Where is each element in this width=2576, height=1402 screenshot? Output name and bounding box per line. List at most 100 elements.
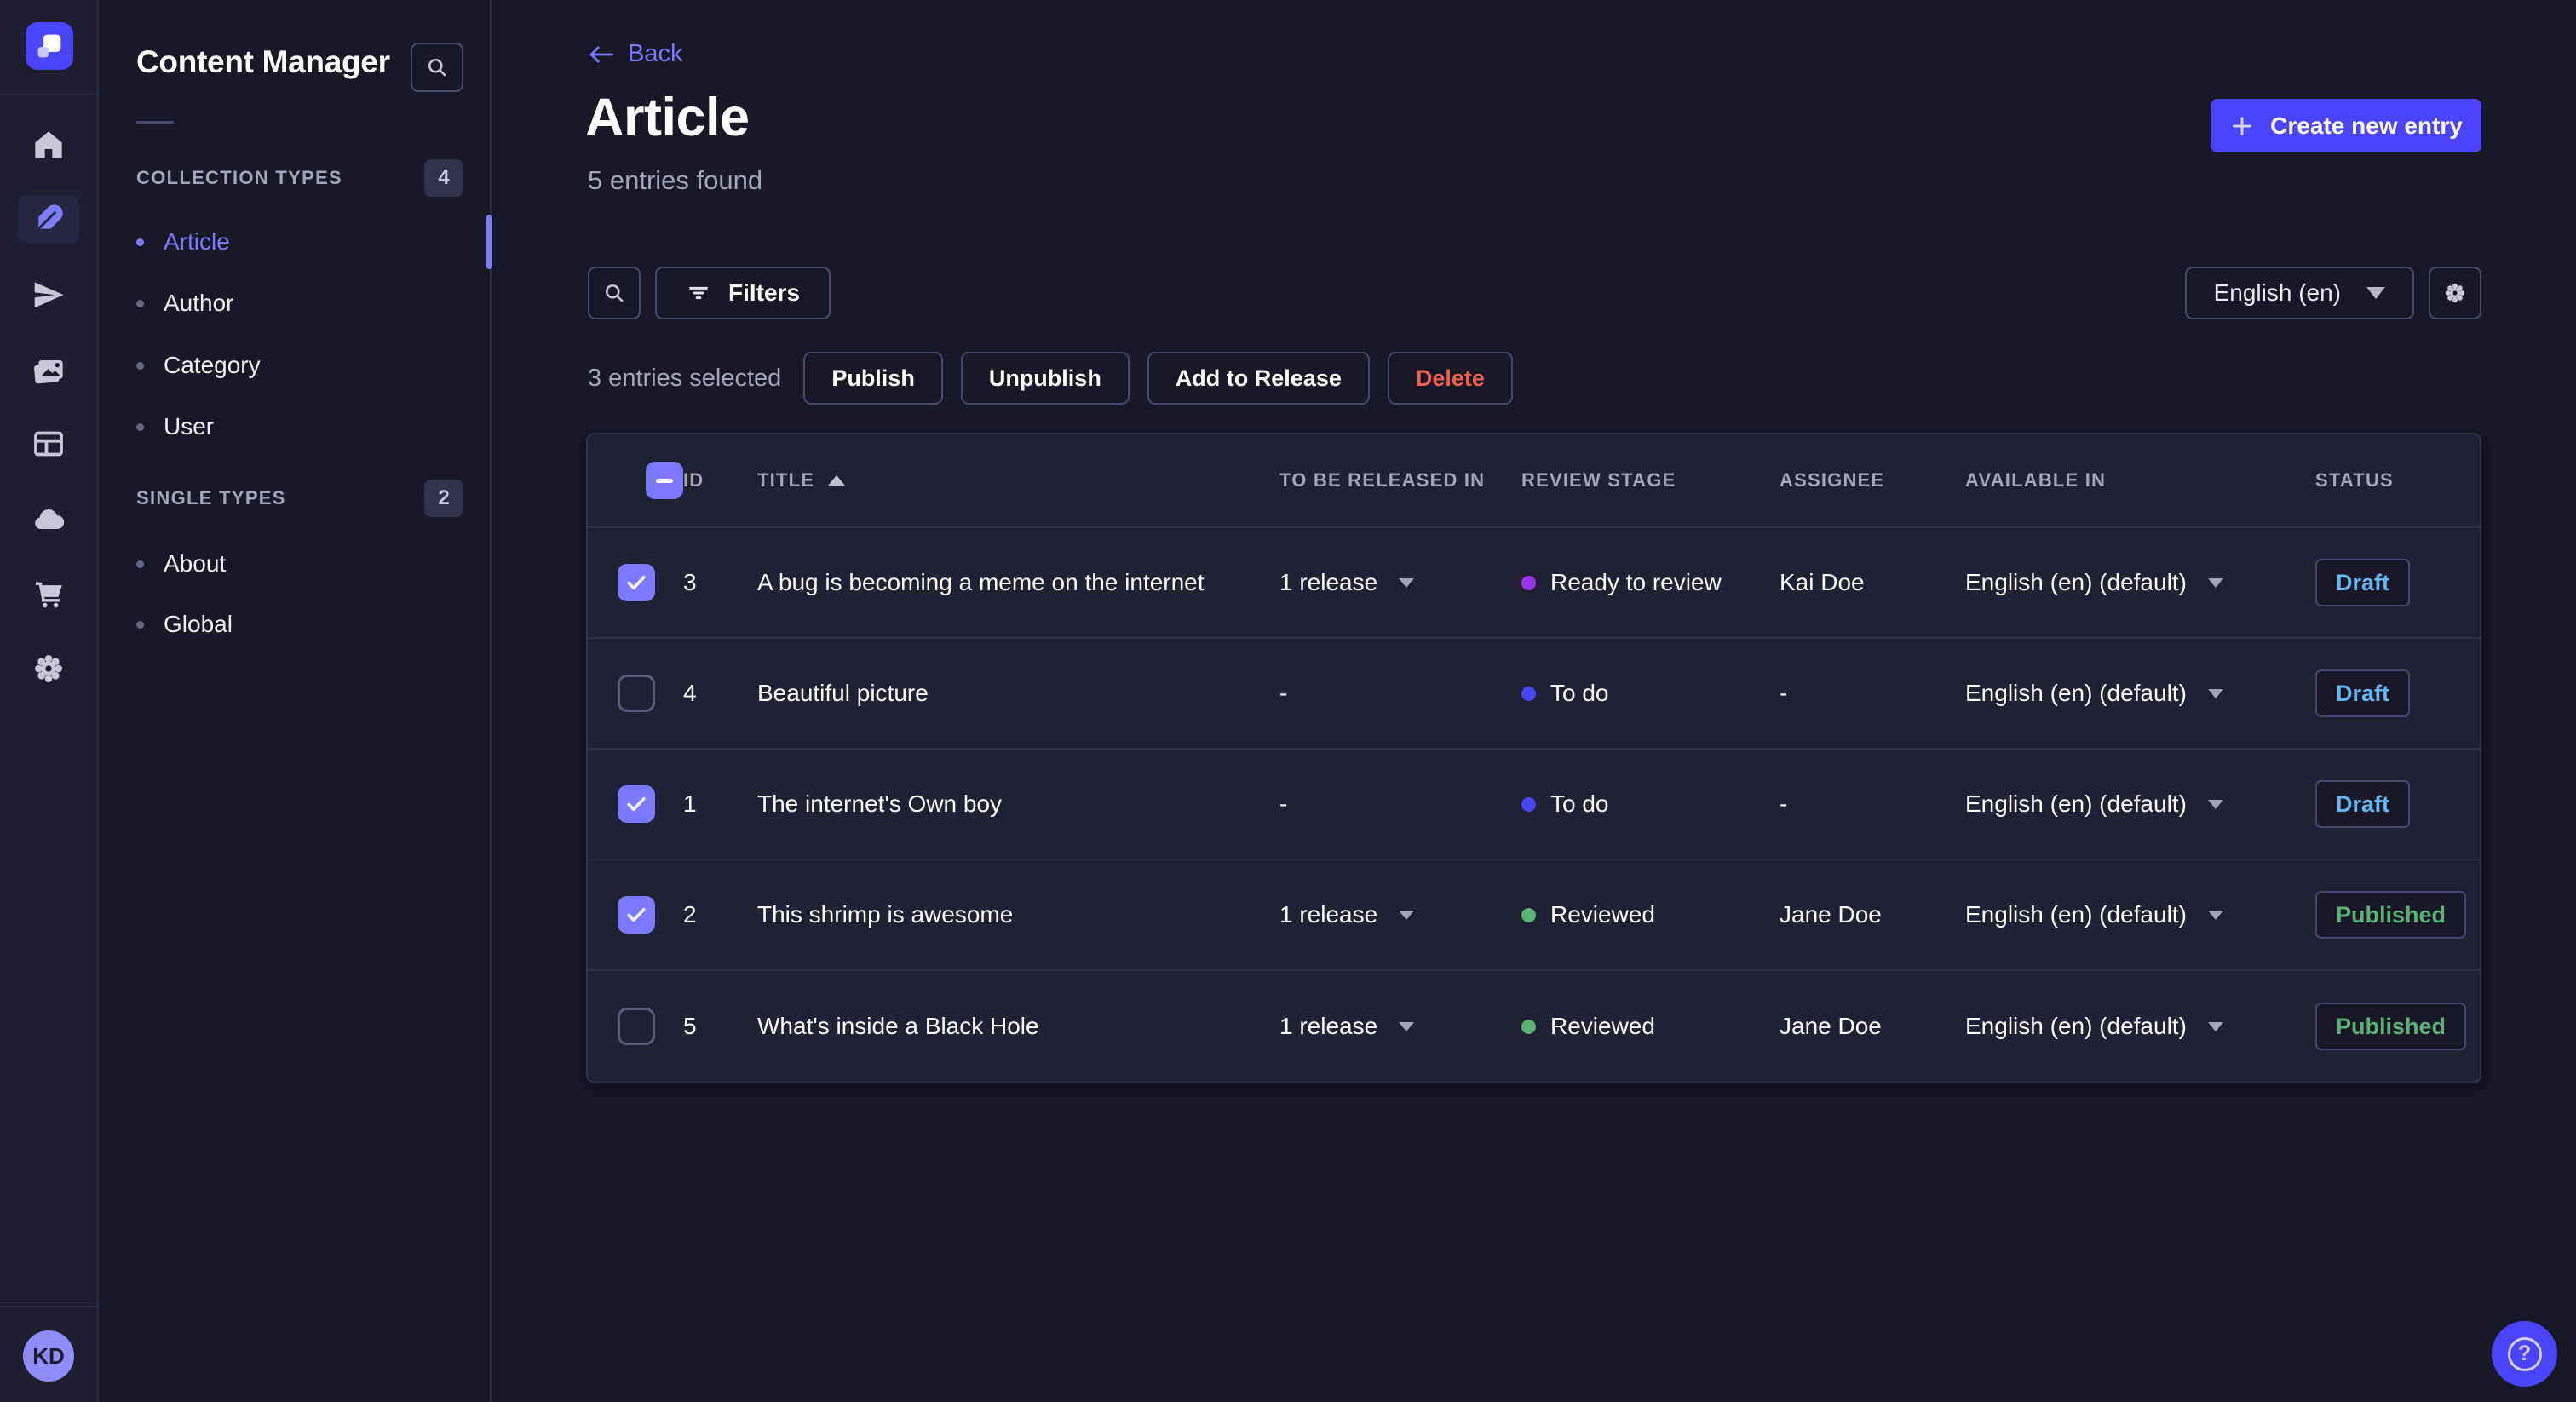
cell-released-in[interactable]: 1 release	[1250, 1013, 1492, 1040]
create-new-entry-button[interactable]: Create new entry	[2211, 99, 2481, 152]
cell-title: This shrimp is awesome	[757, 901, 1014, 928]
cart-marketplace-icon	[36, 582, 62, 608]
subnav-item-author[interactable]: Author	[136, 284, 234, 322]
table-row[interactable]: 1 The internet's Own boy - To do - Engli…	[588, 750, 2480, 860]
table-row[interactable]: 4 Beautiful picture - To do - English (e…	[588, 639, 2480, 750]
cell-title: A bug is becoming a meme on the internet	[757, 569, 1205, 595]
cell-assignee: Jane Doe	[1780, 901, 1882, 928]
subnav-item-label: Global	[164, 611, 233, 637]
cell-id: 3	[683, 569, 697, 595]
page-title: Article	[585, 88, 750, 147]
nav-settings[interactable]	[0, 645, 97, 692]
column-header-review-stage: REVIEW STAGE	[1521, 469, 1676, 491]
user-avatar[interactable]: KD	[23, 1330, 74, 1382]
search-icon	[428, 58, 446, 77]
review-stage-dot	[1521, 575, 1536, 590]
subnav-item-label: Author	[164, 290, 234, 316]
column-header-available-in: AVAILABLE IN	[1965, 469, 2107, 491]
cell-review-stage: To do	[1492, 680, 1750, 707]
row-checkbox[interactable]	[618, 675, 655, 712]
nav-content-manager[interactable]	[0, 195, 97, 243]
create-new-entry-label: Create new entry	[2270, 112, 2463, 139]
subnav-item-about[interactable]: About	[136, 545, 226, 583]
subnav-item-user[interactable]: User	[136, 408, 214, 445]
bullet-icon	[136, 620, 144, 629]
row-checkbox[interactable]	[618, 1008, 655, 1045]
subnav-search-button[interactable]	[411, 43, 463, 92]
locale-chevron-icon	[2207, 910, 2223, 920]
locale-chevron-icon	[2207, 1021, 2223, 1031]
nav-deploy[interactable]	[0, 496, 97, 543]
nav-marketplace[interactable]	[0, 569, 97, 617]
subnav-item-global[interactable]: Global	[136, 606, 233, 643]
cell-available-in[interactable]: English (en) (default)	[1935, 569, 2286, 596]
search-entries-button[interactable]	[588, 267, 641, 319]
delete-button[interactable]: Delete	[1387, 352, 1513, 405]
sort-ascending-icon	[828, 475, 846, 486]
nav-releases[interactable]	[0, 272, 97, 319]
cell-available-in[interactable]: English (en) (default)	[1935, 901, 2286, 928]
table-toolbar: Filters English (en)	[588, 267, 2481, 319]
review-stage-dot	[1521, 1019, 1536, 1034]
add-to-release-button[interactable]: Add to Release	[1147, 352, 1370, 405]
subnav-divider	[136, 121, 174, 124]
filter-lines-icon	[689, 286, 708, 300]
column-header-id[interactable]: ID	[653, 469, 727, 491]
gear-icon	[2445, 283, 2465, 303]
cell-assignee: -	[1780, 790, 1788, 817]
cell-title: What's inside a Black Hole	[757, 1013, 1039, 1039]
nav-content-type-builder[interactable]	[0, 420, 97, 468]
filters-button[interactable]: Filters	[655, 267, 831, 319]
cell-assignee: -	[1780, 680, 1788, 706]
row-checkbox[interactable]	[618, 564, 655, 601]
main-content: Back Article 5 entries found Create new …	[492, 0, 2576, 1402]
view-settings-button[interactable]	[2429, 267, 2481, 319]
subnav-title: Content Manager	[136, 44, 390, 79]
nav-media-library[interactable]	[0, 348, 97, 395]
filters-label: Filters	[728, 279, 801, 306]
column-header-status: STATUS	[2315, 469, 2394, 491]
help-button[interactable]: ?	[2492, 1321, 2557, 1387]
bullet-icon	[136, 560, 144, 568]
chevron-down-icon	[2366, 287, 2385, 299]
release-chevron-icon	[1399, 577, 1415, 588]
bullet-icon	[136, 361, 144, 370]
subnav-item-article[interactable]: Article	[136, 223, 230, 261]
nav-home[interactable]	[0, 121, 97, 169]
unpublish-button[interactable]: Unpublish	[960, 352, 1130, 405]
cell-available-in[interactable]: English (en) (default)	[1935, 790, 2286, 818]
back-link[interactable]: Back	[587, 40, 682, 68]
cell-available-in[interactable]: English (en) (default)	[1935, 1013, 2286, 1040]
status-badge: Draft	[2315, 780, 2411, 828]
single-types-count-badge: 2	[424, 480, 463, 517]
cell-assignee: Kai Doe	[1780, 569, 1865, 595]
locale-select[interactable]: English (en)	[2184, 267, 2414, 319]
table-row[interactable]: 3 A bug is becoming a meme on the intern…	[588, 528, 2480, 639]
column-header-title[interactable]: TITLE	[727, 469, 1250, 491]
table-row[interactable]: 5 What's inside a Black Hole 1 release R…	[588, 971, 2480, 1082]
review-stage-dot	[1521, 686, 1536, 701]
cell-released-in[interactable]: 1 release	[1250, 901, 1492, 928]
cell-available-in[interactable]: English (en) (default)	[1935, 680, 2286, 707]
question-mark-icon: ?	[2507, 1336, 2542, 1371]
status-badge: Draft	[2315, 559, 2411, 606]
subnav-item-category[interactable]: Category	[136, 347, 261, 384]
publish-button[interactable]: Publish	[803, 352, 943, 405]
gear-settings-icon	[35, 655, 62, 682]
row-checkbox[interactable]	[618, 896, 655, 934]
locale-chevron-icon	[2207, 577, 2223, 588]
active-item-indicator	[486, 215, 492, 269]
cell-assignee: Jane Doe	[1780, 1013, 1882, 1039]
cell-review-stage: To do	[1492, 790, 1750, 818]
cell-review-stage: Reviewed	[1492, 1013, 1750, 1040]
cell-released-in: -	[1279, 680, 1288, 706]
section-label-single-types: SINGLE TYPES	[136, 487, 286, 509]
subnav-item-label: About	[164, 550, 227, 577]
row-checkbox[interactable]	[618, 785, 655, 823]
cell-released-in[interactable]: 1 release	[1250, 569, 1492, 596]
table-row[interactable]: 2 This shrimp is awesome 1 release Revie…	[588, 860, 2480, 971]
status-badge: Published	[2315, 891, 2467, 939]
subnav-item-label: User	[164, 413, 215, 440]
locale-value: English (en)	[2213, 279, 2341, 306]
column-header-to-be-released-in: TO BE RELEASED IN	[1279, 469, 1486, 491]
